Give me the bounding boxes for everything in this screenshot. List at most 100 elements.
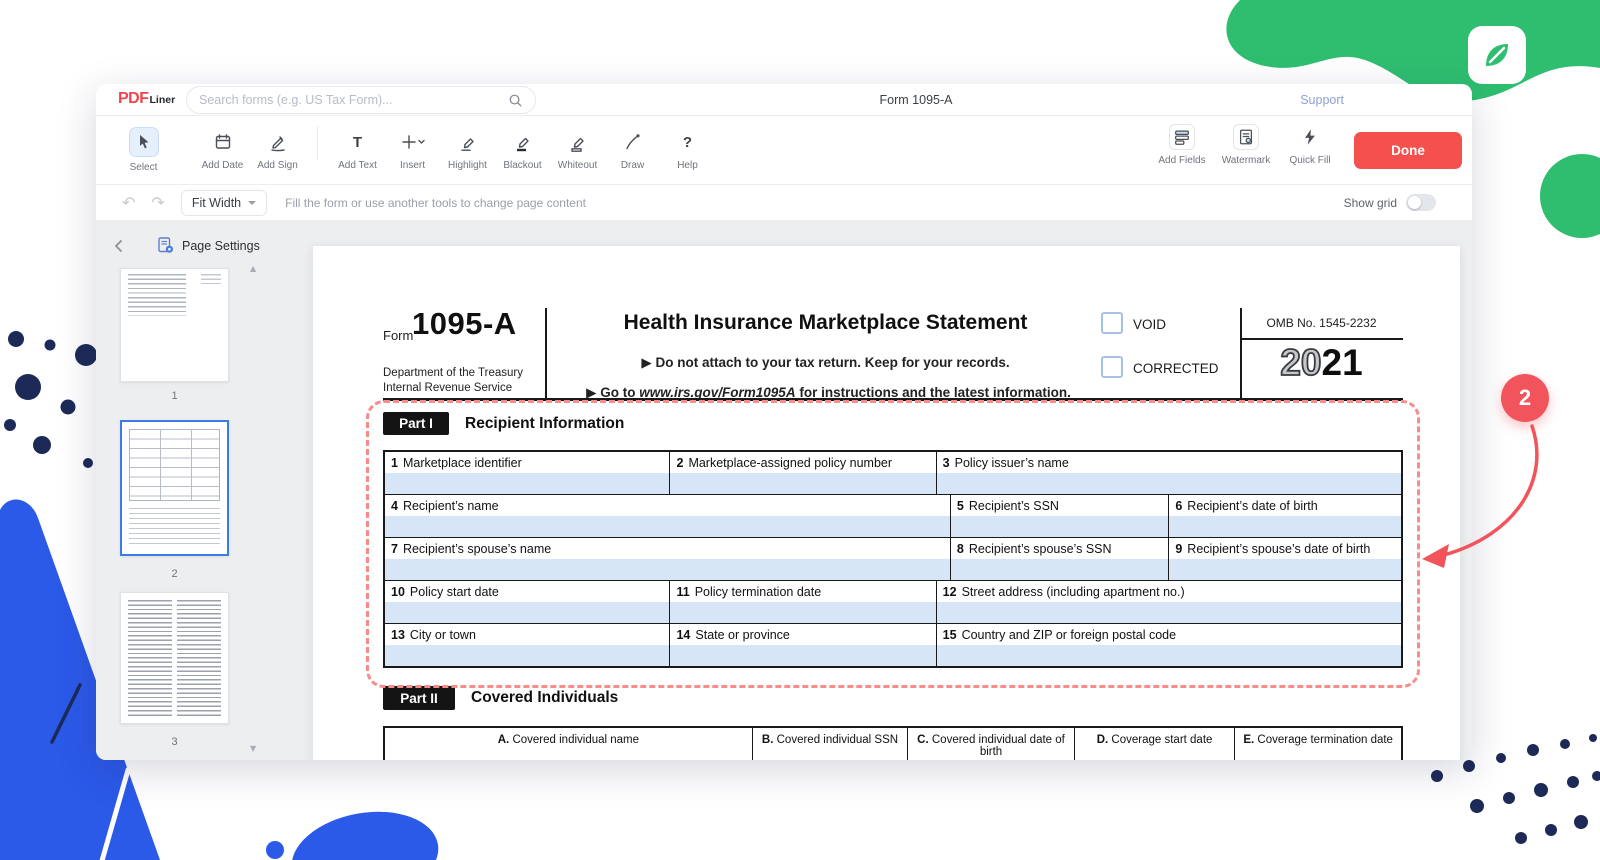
form-field-input[interactable] <box>385 602 669 623</box>
sidebar-collapse-button[interactable] <box>112 238 126 259</box>
form-field-input[interactable] <box>1169 559 1401 580</box>
step-number: 2 <box>1519 385 1531 411</box>
void-checkbox[interactable] <box>1101 312 1123 334</box>
tool-add-sign[interactable]: Add Sign <box>250 129 305 171</box>
show-grid-toggle[interactable] <box>1406 194 1436 211</box>
document-page: Form 1095-A Department of the Treasury I… <box>313 246 1460 760</box>
form-field-input[interactable] <box>670 473 935 494</box>
tool-label: Help <box>677 160 698 171</box>
field-cell: 11Policy termination date <box>670 581 936 623</box>
field-cell: 12Street address (including apartment no… <box>937 581 1401 623</box>
form-field-input[interactable] <box>951 559 1168 580</box>
header-rule <box>383 398 1403 401</box>
page-thumbnail-3[interactable] <box>120 592 229 724</box>
form-field-input[interactable] <box>385 516 950 537</box>
form-field-input[interactable] <box>937 602 1401 623</box>
chevron-down-icon <box>248 201 256 205</box>
pdfliner-logomark <box>1468 26 1526 84</box>
void-label: VOID <box>1133 317 1166 332</box>
tool-add-fields[interactable]: Add Fields <box>1150 124 1214 166</box>
table-row: 7Recipient’s spouse’s name 8Recipient’s … <box>385 538 1401 581</box>
tool-select[interactable]: Select <box>116 127 171 173</box>
field-cell: 14State or province <box>670 624 936 666</box>
show-grid-control: Show grid <box>1344 194 1436 211</box>
tool-help[interactable]: ? Help <box>660 129 715 171</box>
part2-badge: Part II <box>383 686 455 710</box>
part1-badge: Part I <box>383 412 449 435</box>
page-number-3: 3 <box>120 736 229 748</box>
decor-navy-line <box>40 680 90 750</box>
toggle-knob <box>1408 196 1421 209</box>
tool-watermark[interactable]: Watermark <box>1214 124 1278 166</box>
top-bar: PDF Liner Form 1095-A Support <box>96 84 1472 116</box>
tool-label: Highlight <box>448 160 487 171</box>
field-cell: 5Recipient’s SSN <box>951 495 1169 537</box>
tool-label: Quick Fill <box>1289 155 1330 166</box>
page-number-2: 2 <box>120 568 229 580</box>
blackout-icon <box>513 129 533 155</box>
corrected-label: CORRECTED <box>1133 361 1219 376</box>
app-window: PDF Liner Form 1095-A Support Select Add… <box>96 84 1472 760</box>
page-settings-label: Page Settings <box>182 239 260 253</box>
part1-title: Recipient Information <box>465 415 624 433</box>
tool-whiteout[interactable]: Whiteout <box>550 129 605 171</box>
part1-table: 1Marketplace identifier 2Marketplace-ass… <box>383 450 1403 668</box>
lightning-icon <box>1301 124 1319 150</box>
support-link[interactable]: Support <box>1300 93 1344 107</box>
form-field-input[interactable] <box>937 645 1401 666</box>
redo-button[interactable]: ↷ <box>151 195 164 211</box>
form-instruction-1: ▶ Do not attach to your tax return. Keep… <box>553 355 1098 371</box>
form-field-input[interactable] <box>670 602 935 623</box>
field-cell: 9Recipient’s spouse’s date of birth <box>1169 538 1401 580</box>
dept-line-2: Internal Revenue Service <box>383 382 512 394</box>
tool-add-date[interactable]: Add Date <box>195 129 250 171</box>
tool-label: Draw <box>621 160 644 171</box>
field-cell: 7Recipient’s spouse’s name <box>385 538 951 580</box>
thumbnail-content <box>201 274 221 284</box>
form-field-input[interactable] <box>937 473 1401 494</box>
tool-label: Add Fields <box>1158 155 1205 166</box>
thumbnail-content <box>129 508 220 548</box>
logo-liner-text: Liner <box>150 94 176 106</box>
corrected-checkbox[interactable] <box>1101 356 1123 378</box>
show-grid-label: Show grid <box>1344 196 1397 210</box>
tool-highlight[interactable]: Highlight <box>440 129 495 171</box>
text-icon: T <box>353 129 362 155</box>
zoom-mode-dropdown[interactable]: Fit Width <box>181 190 267 216</box>
tool-label: Insert <box>400 160 425 171</box>
form-field-input[interactable] <box>1169 516 1401 537</box>
thumbnails-scroll-up[interactable]: ▲ <box>250 264 256 273</box>
thumbnails-scroll-down[interactable]: ▼ <box>250 744 256 753</box>
content-area: Page Settings 1 2 3 ▲ ▼ Form 1095-A Depa… <box>96 220 1472 760</box>
form-field-input[interactable] <box>385 559 950 580</box>
table-row: 1Marketplace identifier 2Marketplace-ass… <box>385 452 1401 495</box>
undo-button[interactable]: ↶ <box>122 195 135 211</box>
form-field-input[interactable] <box>951 516 1168 537</box>
field-cell: 6Recipient’s date of birth <box>1169 495 1401 537</box>
tool-add-text[interactable]: T Add Text <box>330 129 385 171</box>
tool-blackout[interactable]: Blackout <box>495 129 550 171</box>
tool-insert[interactable]: Insert <box>385 129 440 171</box>
thumbnail-content <box>129 429 220 501</box>
callout-arrow <box>1392 412 1572 577</box>
plus-chevron-icon <box>400 129 426 155</box>
form-field-input[interactable] <box>385 473 669 494</box>
table-row: 13City or town 14State or province 15Cou… <box>385 624 1401 666</box>
toolbar-right-group: Add Fields Watermark Quick Fill <box>1150 124 1342 166</box>
tool-draw[interactable]: Draw <box>605 129 660 171</box>
toolbar-divider <box>317 126 318 160</box>
tool-quick-fill[interactable]: Quick Fill <box>1278 124 1342 166</box>
tool-label: Add Sign <box>257 160 298 171</box>
logo-pdf-text: PDF <box>118 90 149 108</box>
search-input[interactable] <box>199 93 508 107</box>
search-icon <box>508 93 523 108</box>
done-button[interactable]: Done <box>1354 132 1462 169</box>
page-thumbnail-2[interactable] <box>120 420 229 556</box>
field-cell: 2Marketplace-assigned policy number <box>670 452 936 494</box>
form-field-input[interactable] <box>385 645 669 666</box>
form-field-input[interactable] <box>670 645 935 666</box>
field-cell: 3Policy issuer’s name <box>937 452 1401 494</box>
page-thumbnail-1[interactable] <box>120 268 229 382</box>
page-settings-button[interactable]: Page Settings <box>156 236 260 255</box>
year-solid-digits: 21 <box>1322 342 1363 383</box>
